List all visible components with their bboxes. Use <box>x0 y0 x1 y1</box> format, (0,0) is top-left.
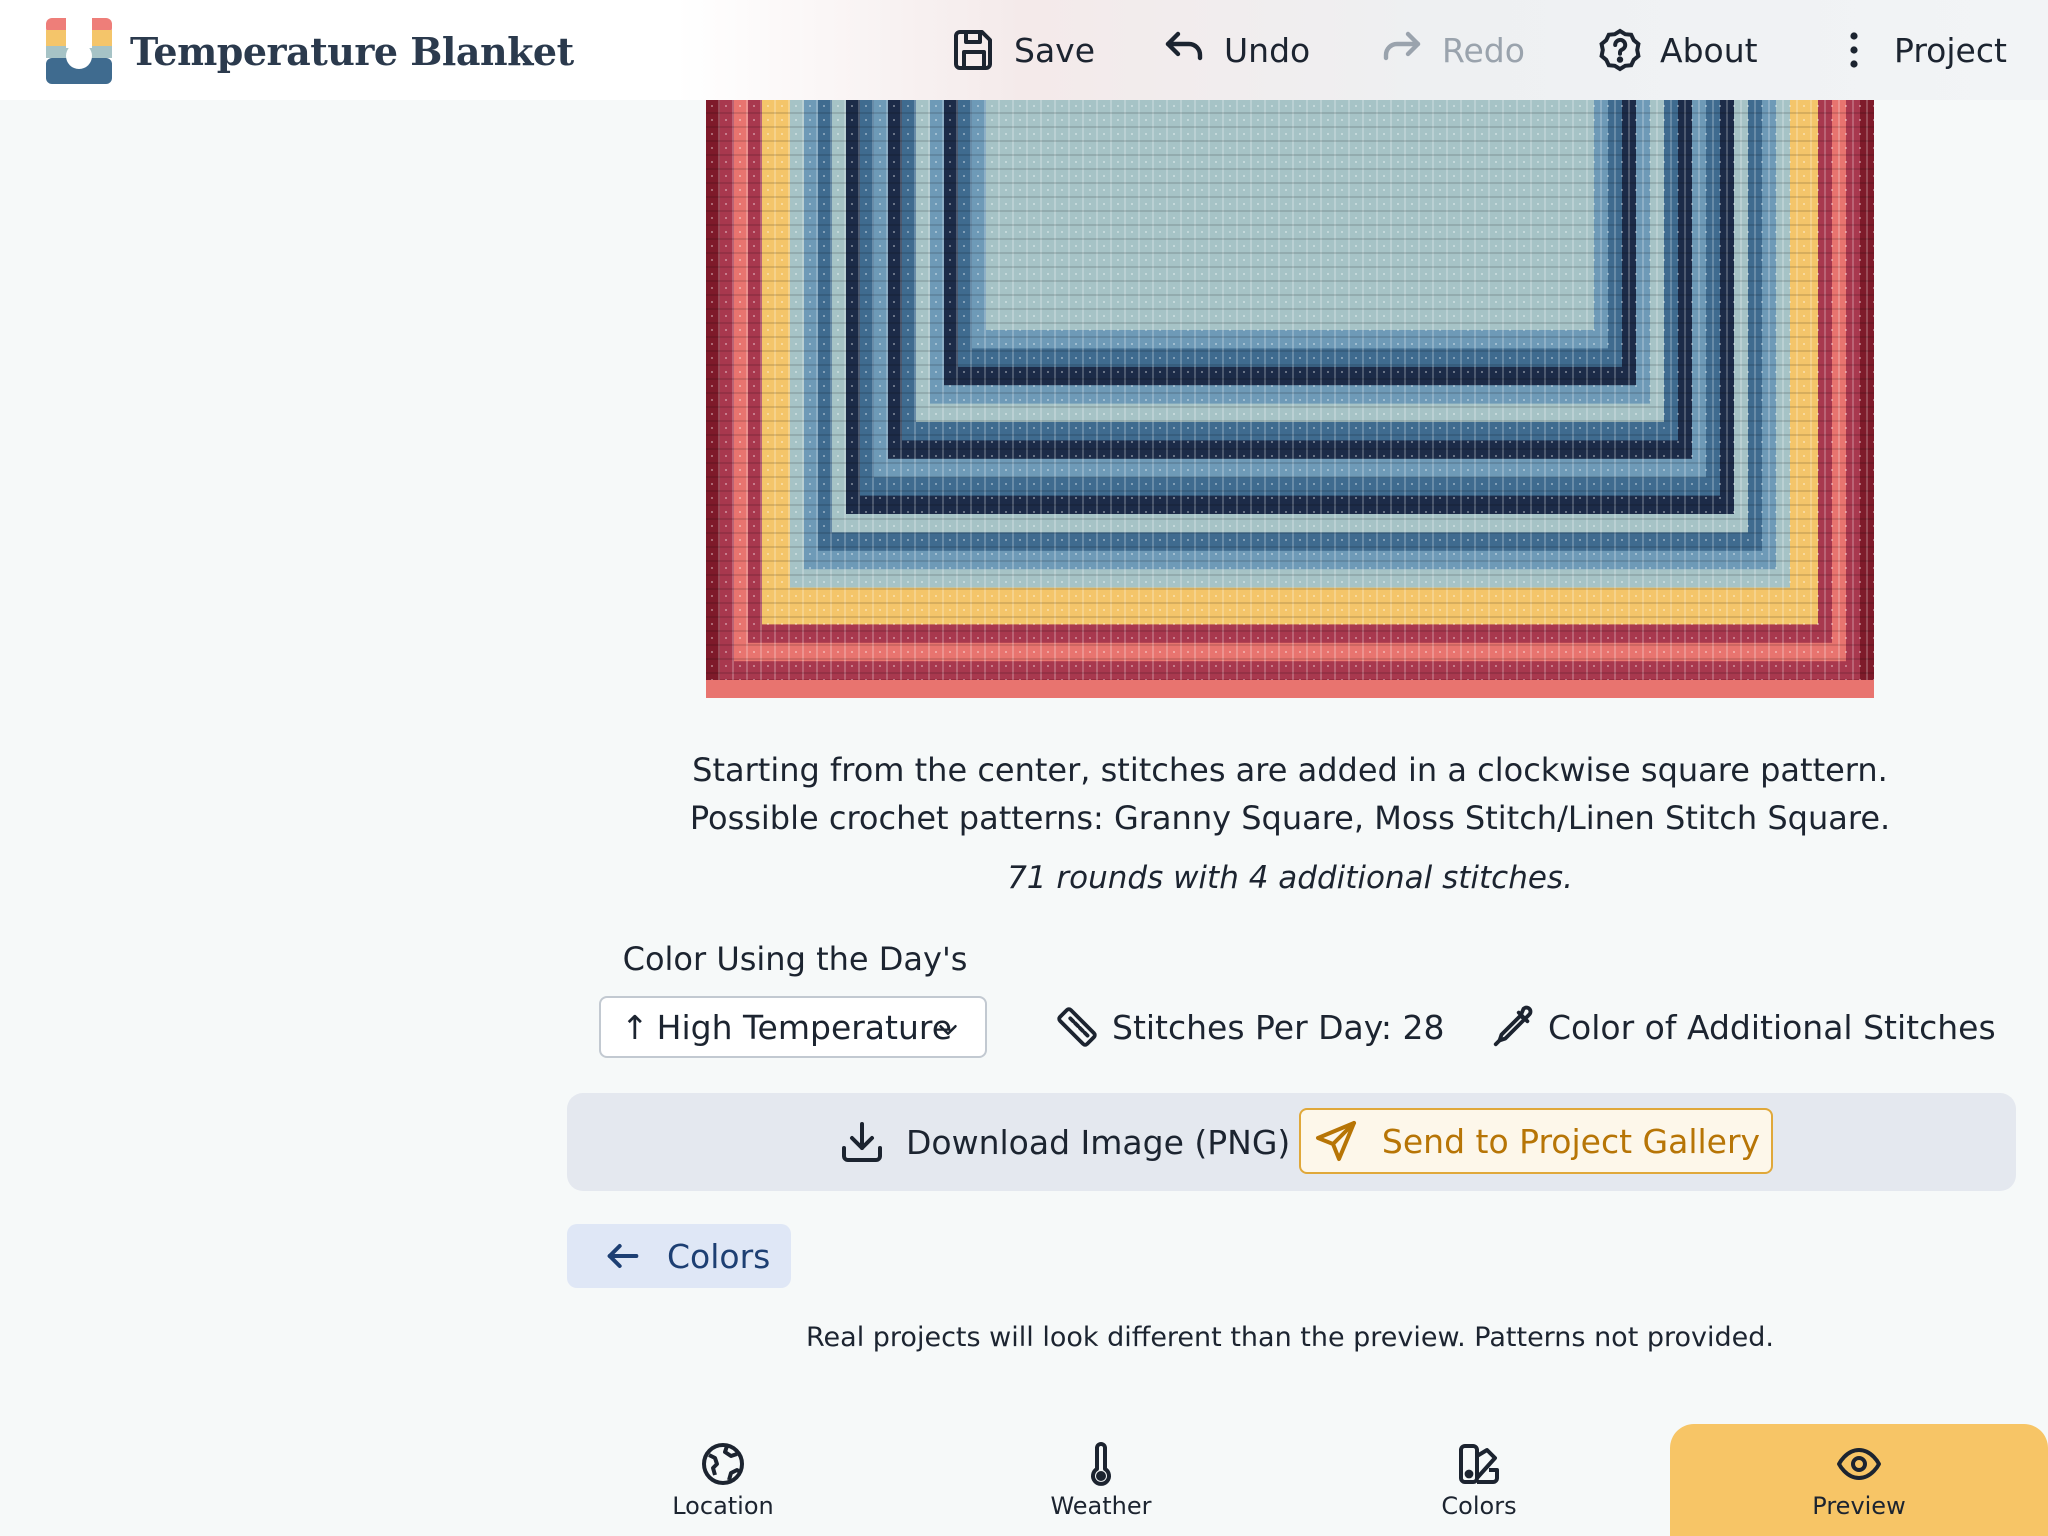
nav-location-label: Location <box>672 1492 774 1520</box>
nav-preview-label: Preview <box>1812 1492 1906 1520</box>
eye-icon <box>1837 1448 1881 1480</box>
preview-description: Starting from the center, stitches are a… <box>689 751 1891 837</box>
help-icon <box>1599 28 1641 72</box>
additional-stitch-color-button[interactable]: Color of Additional Stitches <box>1490 996 1996 1058</box>
nav-colors-label: Colors <box>1441 1492 1517 1520</box>
back-to-colors-button[interactable]: Colors <box>567 1224 791 1288</box>
about-label: About <box>1660 30 1758 70</box>
back-label: Colors <box>667 1236 771 1276</box>
send-icon <box>1315 1121 1356 1161</box>
eyedropper-icon <box>1493 1005 1533 1047</box>
nav-weather[interactable]: Weather <box>912 1424 1290 1536</box>
arrow-up-icon: ↑ <box>621 1007 649 1047</box>
download-label: Download Image (PNG) <box>906 1122 1291 1162</box>
redo-icon <box>1383 31 1421 61</box>
blanket-preview-image <box>706 100 1874 698</box>
save-button[interactable]: Save <box>950 24 1095 76</box>
swatchbook-icon <box>1459 1444 1499 1484</box>
color-using-label: Color Using the Day's <box>622 940 968 978</box>
redo-button[interactable]: Redo <box>1378 24 1525 76</box>
blanket-edge <box>706 680 1874 698</box>
ruler-icon <box>1057 1007 1097 1047</box>
nav-location[interactable]: Location <box>534 1424 912 1536</box>
actions-bar <box>567 1093 2016 1191</box>
additional-stitch-color-label: Color of Additional Stitches <box>1548 1007 1996 1047</box>
download-png-button[interactable]: Download Image (PNG) <box>838 1110 1290 1174</box>
undo-icon <box>1165 31 1203 61</box>
nav-preview[interactable]: Preview <box>1670 1424 2048 1536</box>
globe-icon <box>702 1443 744 1485</box>
disclaimer-note: Real projects will look different than t… <box>806 1322 1774 1353</box>
undo-button[interactable]: Undo <box>1160 24 1310 76</box>
nav-colors[interactable]: Colors <box>1290 1424 1668 1536</box>
gallery-label: Send to Project Gallery <box>1381 1121 1761 1161</box>
arrow-left-icon <box>607 1244 639 1268</box>
stitches-per-day-button[interactable]: Stitches Per Day: 28 <box>1054 996 1444 1058</box>
send-to-gallery-button[interactable]: Send to Project Gallery <box>1299 1108 1773 1174</box>
more-vertical-icon <box>1850 32 1858 68</box>
about-button[interactable]: About <box>1596 24 1758 76</box>
stitch-texture <box>706 100 1874 698</box>
bottom-nav: Location Weather Colors Preview <box>534 1424 2048 1536</box>
project-menu-button[interactable]: Project <box>1830 24 2007 76</box>
chevron-down-icon <box>939 1025 957 1035</box>
thermometer-icon <box>1091 1442 1111 1486</box>
stitches-per-day-label: Stitches Per Day: 28 <box>1112 1007 1445 1047</box>
save-icon <box>954 30 992 70</box>
rounds-note: 71 rounds with 4 additional stitches. <box>1007 860 1573 896</box>
project-label: Project <box>1894 30 2007 70</box>
download-icon <box>842 1122 882 1162</box>
undo-label: Undo <box>1224 30 1311 70</box>
app-title: Temperature Blanket <box>130 28 574 74</box>
redo-label: Redo <box>1442 30 1525 70</box>
top-bar: Temperature Blanket Save Undo Redo About… <box>0 0 2048 100</box>
color-source-value: High Temperature <box>656 1007 953 1047</box>
save-label: Save <box>1014 30 1096 70</box>
blanket-preview <box>706 100 1874 698</box>
nav-weather-label: Weather <box>1050 1492 1152 1520</box>
color-source-select[interactable]: ↑ High Temperature <box>599 996 987 1058</box>
logo[interactable]: Temperature Blanket <box>46 18 574 84</box>
logo-icon <box>46 18 112 84</box>
